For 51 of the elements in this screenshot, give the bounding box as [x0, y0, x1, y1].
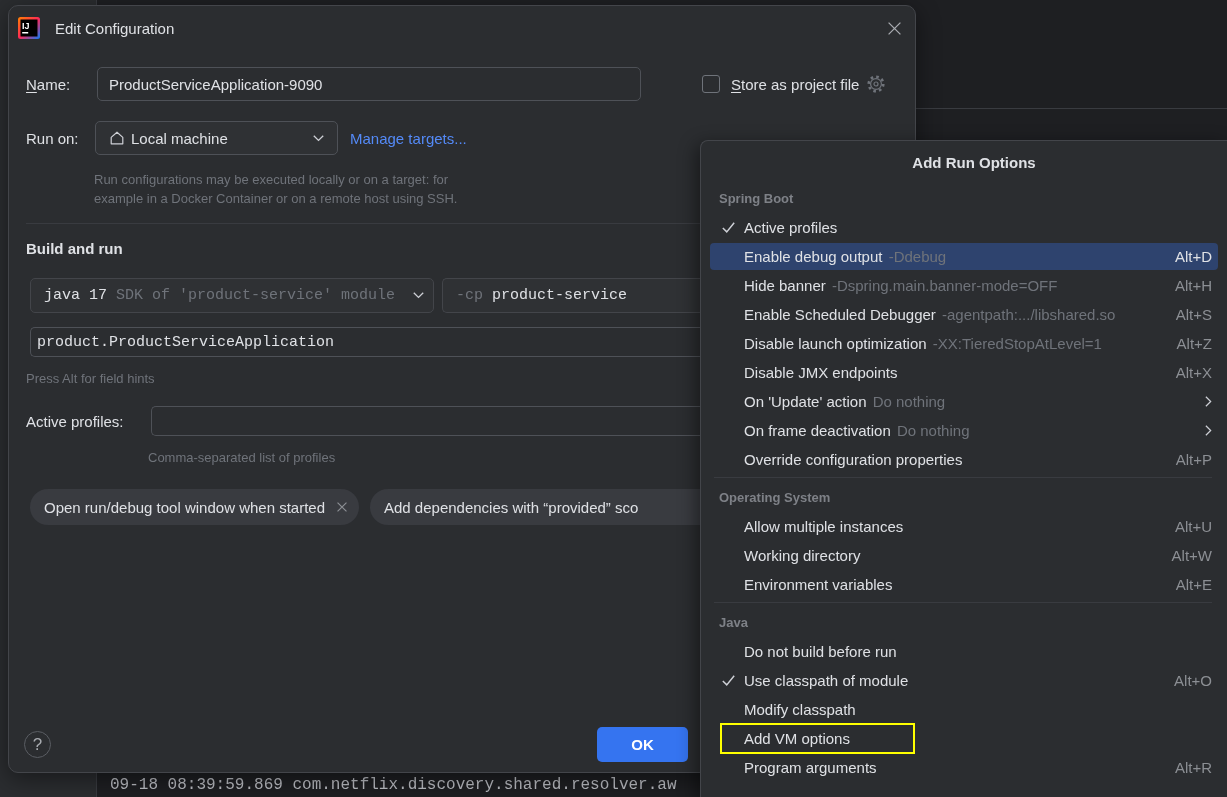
menu-item[interactable]: Override configuration properties Alt+P [710, 446, 1218, 473]
hint-text: Run configurations may be executed locally or on a target: for example in a Docker Container or on a remote host using SSH. [94, 171, 458, 208]
dialog-title: Edit Configuration [55, 19, 175, 37]
section-heading: Build and run [26, 240, 123, 258]
active-profiles-label: Active profiles: [26, 412, 125, 430]
menu-item[interactable]: Add VM options [710, 725, 1218, 752]
menu-item[interactable]: Active profiles [710, 214, 1218, 241]
classpath-field[interactable]: -cp product-service [442, 278, 700, 313]
menu-item[interactable]: Environment variables Alt+E [710, 571, 1218, 598]
gear-icon[interactable] [867, 75, 886, 93]
chevron-down-icon [313, 134, 324, 142]
target-dropdown[interactable]: Local machine [95, 121, 338, 155]
menu-item[interactable]: Disable launch optimization -XX:TieredStopAtLevel=1 Alt+Z [710, 330, 1218, 357]
menu-item[interactable]: On frame deactivation Do nothing [710, 417, 1218, 444]
section-header: Spring Boot [718, 190, 795, 208]
option-chip[interactable]: Add dependencies with “provided” sco [370, 489, 700, 525]
menu-item[interactable]: Program arguments Alt+R [710, 754, 1218, 781]
name-label: Name: [26, 75, 72, 93]
menu-item[interactable]: Disable JMX endpoints Alt+X [710, 359, 1218, 386]
menu-item[interactable]: Do not build before run [710, 638, 1218, 665]
name-field[interactable]: ProductServiceApplication-9090 [97, 67, 641, 101]
option-chip[interactable]: Open run/debug tool window when started [30, 489, 359, 525]
run-on-label: Run on: [26, 129, 80, 147]
app-logo-icon: IJ [18, 17, 40, 39]
close-icon[interactable] [888, 21, 901, 35]
hint-text: Press Alt for field hints [26, 371, 155, 387]
checkbox-label[interactable]: Store as project file [731, 75, 860, 93]
ok-button[interactable]: OK [597, 727, 688, 762]
hint-text: Comma-separated list of profiles [148, 450, 336, 466]
menu-item[interactable]: Working directory Alt+W [710, 542, 1218, 569]
menu-item[interactable]: Enable Scheduled Debugger -agentpath:.../libshared.so Alt+S [710, 301, 1218, 328]
menu-item[interactable]: On 'Update' action Do nothing [710, 388, 1218, 415]
checkbox[interactable] [702, 75, 720, 93]
section-header: Java [718, 614, 749, 632]
chevron-down-icon [413, 292, 424, 299]
active-profiles-field[interactable] [151, 406, 700, 436]
chevron-right-icon [1205, 396, 1212, 407]
popup-title: Add Run Options [911, 153, 1037, 173]
menu-item[interactable]: Use classpath of module Alt+O [710, 667, 1218, 694]
chevron-right-icon [1205, 425, 1212, 436]
menu-item[interactable]: Hide banner -Dspring.main.banner-mode=OFF Alt+H [710, 272, 1218, 299]
section-header: Operating System [718, 489, 832, 507]
jre-dropdown[interactable]: java 17 SDK of 'product-service' module [30, 278, 434, 313]
house-icon [110, 131, 124, 145]
menu-item[interactable]: Modify classpath [710, 696, 1218, 723]
main-class-field[interactable]: product.ProductServiceApplication [30, 327, 700, 357]
remove-icon[interactable] [337, 502, 347, 512]
menu-item[interactable]: Allow multiple instances Alt+U [710, 513, 1218, 540]
menu-item[interactable]: Enable debug output -Ddebug Alt+D [710, 243, 1218, 270]
console-line: 09-18 08:39:59.869 com.netflix.discovery.shared.resolver.aw [110, 776, 677, 794]
manage-targets-link[interactable]: Manage targets... [350, 129, 467, 147]
